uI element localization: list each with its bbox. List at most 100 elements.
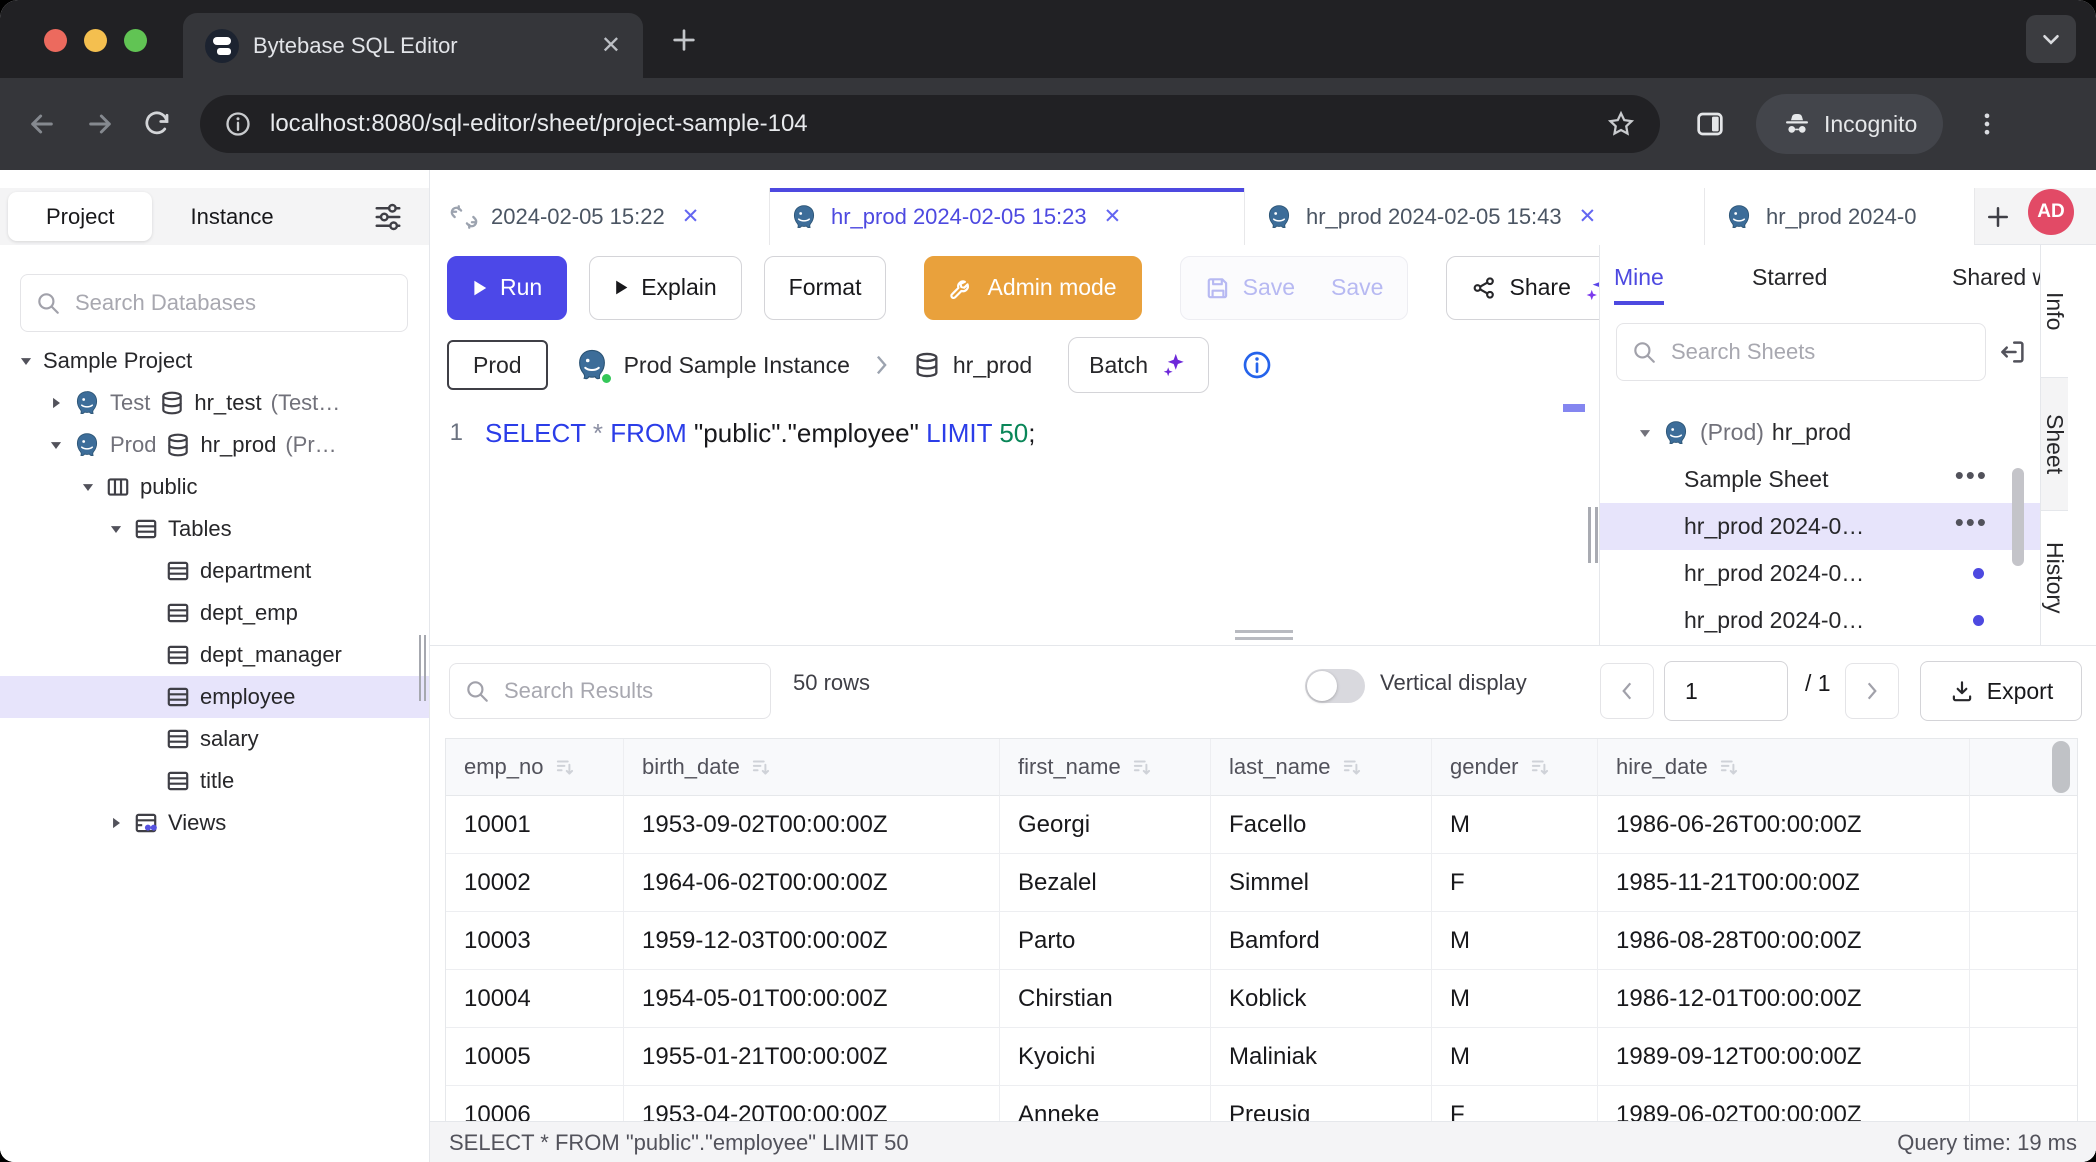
filter-settings-icon[interactable] — [373, 202, 403, 232]
tab-starred[interactable]: Starred — [1752, 245, 1827, 309]
caret-down-icon[interactable] — [1636, 425, 1654, 441]
environment-badge[interactable]: Prod — [447, 340, 548, 390]
tree-item-dept_manager[interactable]: dept_manager — [0, 634, 429, 676]
tree-item-hr_prod[interactable]: Prodhr_prod(Pr… — [0, 424, 429, 466]
page-number-input[interactable] — [1664, 661, 1788, 721]
cell-emp_no[interactable]: 10001 — [446, 796, 624, 854]
close-tab-icon[interactable]: ✕ — [601, 31, 621, 60]
column-header-emp_no[interactable]: emp_no — [446, 739, 624, 796]
tree-item-dept_emp[interactable]: dept_emp — [0, 592, 429, 634]
editor-tab[interactable]: 2024-02-05 15:22✕ — [430, 188, 770, 245]
results-resize-handle[interactable] — [1235, 630, 1293, 641]
new-sheet-icon[interactable] — [1983, 202, 2013, 232]
cell-first_name[interactable]: Chirstian — [1000, 970, 1211, 1028]
caret-down-icon[interactable] — [80, 479, 96, 495]
cell-hire_date[interactable]: 1989-09-12T00:00:00Z — [1598, 1028, 1970, 1086]
tree-item-tables[interactable]: Tables — [0, 508, 429, 550]
cell-last_name[interactable]: Maliniak — [1211, 1028, 1432, 1086]
sort-icon[interactable] — [750, 756, 772, 778]
cell-first_name[interactable]: Anneke — [1000, 1086, 1211, 1121]
cell-birth_date[interactable]: 1959-12-03T00:00:00Z — [624, 912, 1000, 970]
macos-close-button[interactable] — [44, 29, 67, 52]
editor-tab[interactable]: hr_prod 2024-02-05 15:23✕ — [770, 188, 1245, 245]
cell-birth_date[interactable]: 1954-05-01T00:00:00Z — [624, 970, 1000, 1028]
sheet-item[interactable]: hr_prod 2024-0…••• — [1600, 503, 2040, 550]
admin-mode-button[interactable]: Admin mode — [924, 256, 1141, 320]
tree-item-views[interactable]: Views — [0, 802, 429, 844]
cell-hire_date[interactable]: 1986-08-28T00:00:00Z — [1598, 912, 1970, 970]
run-button[interactable]: Run — [447, 256, 567, 320]
reload-icon[interactable] — [142, 109, 172, 139]
cell-birth_date[interactable]: 1953-04-20T00:00:00Z — [624, 1086, 1000, 1121]
sheet-item[interactable]: hr_prod 2024-0… — [1600, 550, 2040, 597]
cell-emp_no[interactable]: 10004 — [446, 970, 624, 1028]
cell-emp_no[interactable]: 10005 — [446, 1028, 624, 1086]
forward-icon[interactable] — [84, 108, 116, 140]
more-menu-icon[interactable]: ••• — [1955, 507, 1988, 538]
info-icon[interactable] — [1241, 349, 1273, 381]
cell-birth_date[interactable]: 1955-01-21T00:00:00Z — [624, 1028, 1000, 1086]
column-header-first_name[interactable]: first_name — [1000, 739, 1211, 796]
tree-item-sample-project[interactable]: Sample Project — [0, 340, 429, 382]
close-tab-icon[interactable]: ✕ — [682, 204, 700, 229]
rail-tab-info[interactable]: Info — [2041, 245, 2068, 378]
caret-right-icon[interactable] — [108, 815, 124, 831]
user-avatar[interactable]: AD — [2028, 189, 2074, 235]
sheet-scrollbar[interactable] — [2012, 468, 2024, 566]
prev-page-button[interactable] — [1600, 663, 1654, 719]
database-search[interactable] — [20, 274, 408, 332]
column-header-birth_date[interactable]: birth_date — [624, 739, 1000, 796]
tab-instance[interactable]: Instance — [152, 192, 311, 241]
export-button[interactable]: Export — [1920, 661, 2082, 721]
new-tab-button[interactable] — [668, 24, 700, 56]
sheet-search-input[interactable] — [1669, 338, 1971, 366]
sheet-item[interactable]: hr_prod 2024-0… — [1600, 597, 2040, 644]
macos-minimize-button[interactable] — [84, 29, 107, 52]
cell-first_name[interactable]: Georgi — [1000, 796, 1211, 854]
cell-last_name[interactable]: Bamford — [1211, 912, 1432, 970]
tab-project[interactable]: Project — [8, 192, 152, 241]
cell-first_name[interactable]: Bezalel — [1000, 854, 1211, 912]
tab-shared[interactable]: Shared w — [1952, 245, 2040, 309]
vertical-display-toggle[interactable] — [1305, 669, 1365, 703]
cell-gender[interactable]: M — [1432, 912, 1598, 970]
cell-emp_no[interactable]: 10003 — [446, 912, 624, 970]
url-bar[interactable]: localhost:8080/sql-editor/sheet/project-… — [200, 95, 1660, 153]
table-scrollbar[interactable] — [2052, 741, 2070, 793]
cell-gender[interactable]: M — [1432, 796, 1598, 854]
macos-zoom-button[interactable] — [124, 29, 147, 52]
results-search-input[interactable] — [502, 677, 756, 705]
instance-name[interactable]: Prod Sample Instance — [624, 352, 850, 379]
tab-mine[interactable]: Mine — [1614, 245, 1664, 309]
caret-right-icon[interactable] — [48, 395, 64, 411]
panel-resize-handle[interactable] — [1588, 507, 1599, 563]
close-tab-icon[interactable]: ✕ — [1104, 204, 1122, 229]
editor-tab[interactable]: hr_prod 2024-0 — [1705, 188, 1975, 245]
save-button[interactable]: SaveSave — [1180, 256, 1409, 320]
collapse-panel-icon[interactable] — [1998, 337, 2028, 367]
format-button[interactable]: Format — [764, 256, 887, 320]
cell-first_name[interactable]: Parto — [1000, 912, 1211, 970]
next-page-button[interactable] — [1845, 663, 1899, 719]
cell-emp_no[interactable]: 10006 — [446, 1086, 624, 1121]
browser-tab[interactable]: Bytebase SQL Editor ✕ — [183, 13, 643, 78]
explain-button[interactable]: Explain — [589, 256, 741, 320]
site-info-icon[interactable] — [224, 110, 252, 138]
editor-tab[interactable]: hr_prod 2024-02-05 15:43✕ — [1245, 188, 1705, 245]
sheet-search[interactable] — [1616, 323, 1986, 381]
rail-tab-sheet[interactable]: Sheet — [2041, 378, 2068, 511]
sort-icon[interactable] — [1131, 756, 1153, 778]
sql-code-editor[interactable]: 1 SELECT * FROM "public"."employee" LIMI… — [430, 400, 1600, 645]
rail-tab-history[interactable]: History — [2041, 511, 2068, 645]
tree-item-salary[interactable]: salary — [0, 718, 429, 760]
tree-item-employee[interactable]: employee — [0, 676, 429, 718]
cell-last_name[interactable]: Koblick — [1211, 970, 1432, 1028]
cell-last_name[interactable]: Facello — [1211, 796, 1432, 854]
cell-gender[interactable]: M — [1432, 1028, 1598, 1086]
cell-gender[interactable]: F — [1432, 854, 1598, 912]
sort-icon[interactable] — [1341, 756, 1363, 778]
close-tab-icon[interactable]: ✕ — [1579, 204, 1597, 229]
sheet-item[interactable]: Sample Sheet••• — [1600, 456, 2040, 503]
column-header-hire_date[interactable]: hire_date — [1598, 739, 1970, 796]
browser-menu-icon[interactable] — [1973, 110, 2001, 138]
